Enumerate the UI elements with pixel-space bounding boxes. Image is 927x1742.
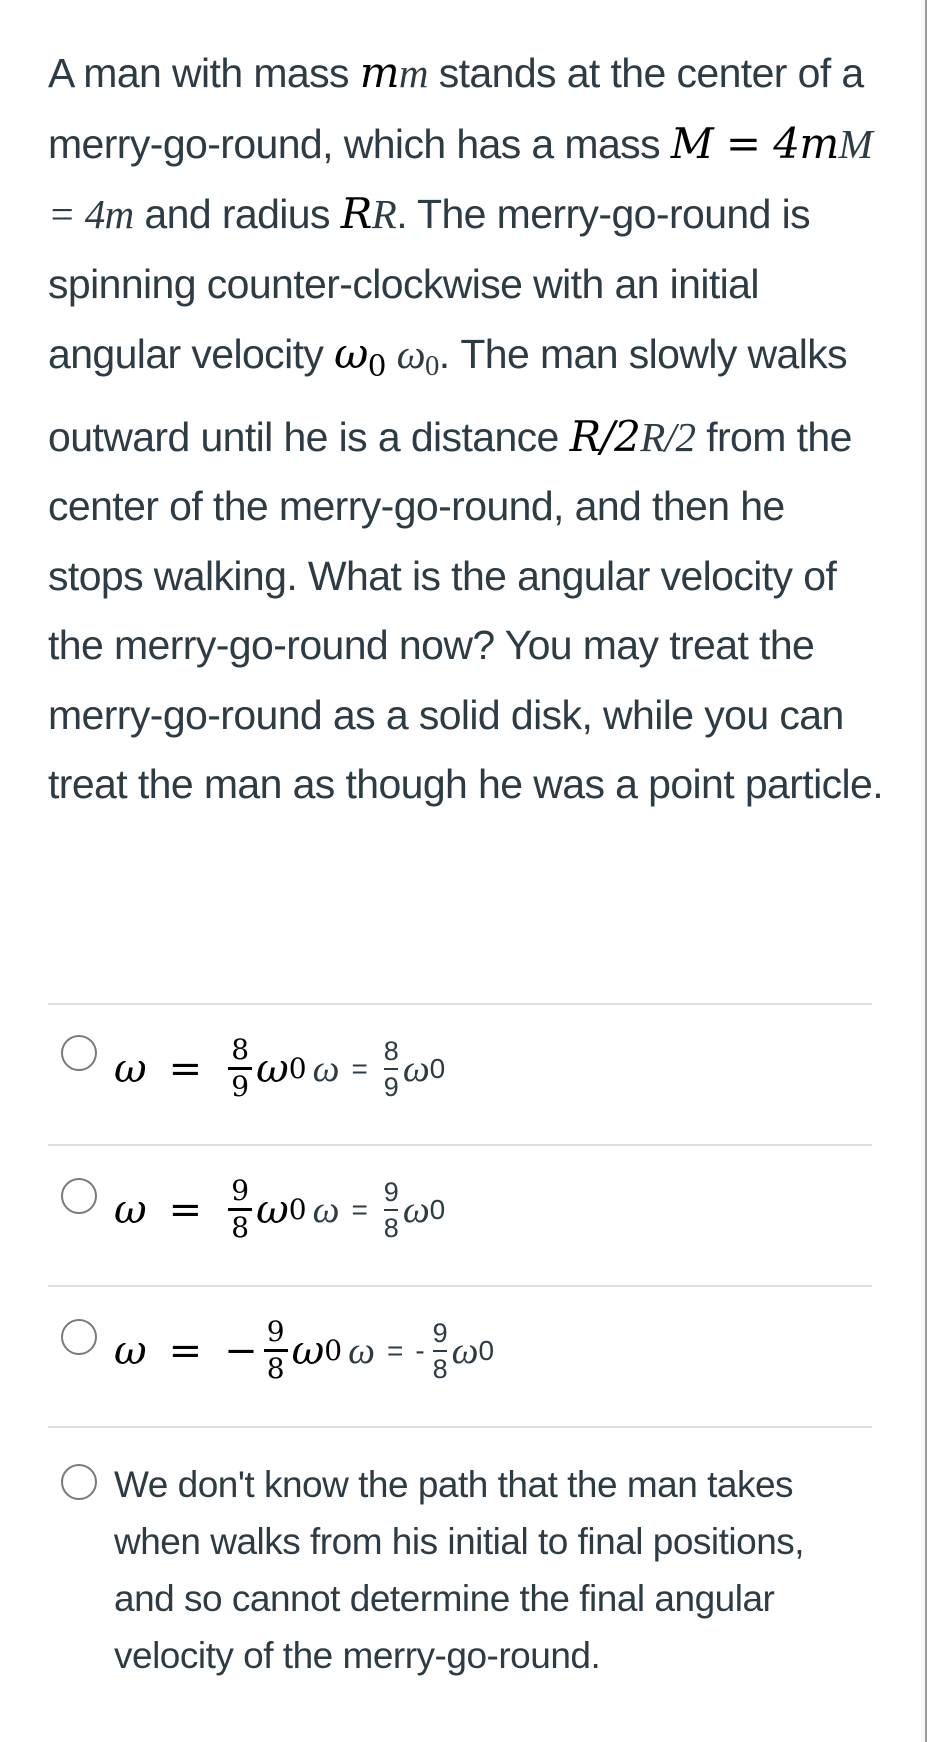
answer-list: ω = 8 9 ω0 ω = 8 9 ω0 ω = 9 8 ω 0 ω = 9 … xyxy=(48,1003,872,1684)
math-minus-sign-fallback: - xyxy=(415,1334,425,1366)
answer-label: We don't know the path that the man take… xyxy=(114,1464,805,1676)
radio-button[interactable] xyxy=(61,1178,97,1214)
answer-math: ω = − 9 8 ω0 ω = - 9 8 ω0 xyxy=(114,1317,494,1384)
math-R-fallback: R xyxy=(371,191,397,237)
fraction-numerator: 9 xyxy=(432,1317,448,1348)
fraction-numerator: 9 xyxy=(383,1176,399,1207)
fraction-denominator: 8 xyxy=(432,1353,448,1384)
radio-button[interactable] xyxy=(61,1464,97,1500)
answer-option-4[interactable]: We don't know the path that the man take… xyxy=(48,1428,872,1684)
question-segment: and radius xyxy=(133,191,341,237)
fraction-denominator: 9 xyxy=(231,1070,250,1103)
radio-button[interactable] xyxy=(61,1035,97,1071)
math-omega0: ω xyxy=(291,1327,325,1374)
answer-math: ω = 9 8 ω0 ω = 9 8 ω0 xyxy=(114,1176,445,1243)
math-fraction: 8 9 xyxy=(228,1033,253,1103)
math-M-equation: M = 4m xyxy=(670,118,839,168)
math-omega0-fallback: ω0 xyxy=(396,331,440,383)
fraction-denominator: 8 xyxy=(383,1212,399,1243)
question-segment: A man with mass xyxy=(48,50,360,96)
question-text: A man with mass mm stands at the center … xyxy=(48,38,888,820)
math-subscript-fallback: 0 xyxy=(429,1193,446,1225)
math-fraction-fallback: 9 8 xyxy=(433,1318,448,1384)
math-omega0-fallback: ω xyxy=(402,1188,430,1231)
math-subscript-fallback: 0 xyxy=(478,1334,495,1366)
math-equals: = xyxy=(168,1327,203,1374)
math-omega0-fallback: ω xyxy=(402,1047,430,1090)
fraction-numerator: 9 xyxy=(231,1174,250,1207)
fraction-denominator: 9 xyxy=(383,1071,399,1102)
math-equals-fallback: = xyxy=(386,1334,404,1366)
fraction-bar xyxy=(384,1067,399,1070)
math-minus-sign: − xyxy=(224,1327,258,1374)
math-equals-fallback: = xyxy=(351,1052,368,1084)
fraction-denominator: 8 xyxy=(231,1211,250,1244)
math-subscript: 0 xyxy=(288,1193,307,1226)
math-m-fallback: m xyxy=(398,50,429,96)
math-omega-fallback: ω xyxy=(348,1329,375,1372)
math-fraction: 9 8 xyxy=(228,1174,253,1244)
math-subscript-fallback: 0 xyxy=(429,1052,446,1084)
fraction-numerator: 9 xyxy=(266,1315,285,1348)
math-omega0: ω xyxy=(256,1045,289,1092)
math-R: R xyxy=(340,189,373,238)
math-equals-fallback: = xyxy=(351,1193,368,1225)
math-omega: ω xyxy=(114,1186,147,1233)
answer-option-1[interactable]: ω = 8 9 ω0 ω = 8 9 ω0 xyxy=(48,1005,872,1144)
math-equals: = xyxy=(168,1045,203,1092)
math-omega-fallback: ω xyxy=(312,1188,340,1231)
math-subscript: 0 xyxy=(288,1052,307,1085)
math-omega0: ω xyxy=(256,1186,289,1233)
math-equals: = xyxy=(168,1186,203,1233)
math-omega: ω xyxy=(114,1327,147,1374)
question-segment: from the center of the merry-go-round, a… xyxy=(48,413,884,808)
math-subscript: 0 xyxy=(324,1334,343,1367)
fraction-denominator: 8 xyxy=(266,1352,285,1385)
math-m: m xyxy=(359,48,400,97)
fraction-bar xyxy=(384,1208,399,1211)
math-omega0-fallback: ω xyxy=(451,1329,479,1372)
math-distance-fallback: R/2 xyxy=(640,413,696,460)
answer-option-3[interactable]: ω = − 9 8 ω0 ω = - 9 8 ω0 xyxy=(48,1287,872,1426)
fraction-bar xyxy=(433,1349,448,1352)
math-distance: R/2 xyxy=(569,411,641,461)
answer-math: ω = 8 9 ω0 ω = 8 9 ω0 xyxy=(114,1035,445,1102)
math-fraction: 9 8 xyxy=(263,1315,288,1385)
math-omega: ω xyxy=(114,1045,147,1092)
math-omega-fallback: ω xyxy=(312,1047,340,1090)
math-fraction-fallback: 8 9 xyxy=(384,1036,399,1102)
math-fraction-fallback: 9 8 xyxy=(384,1177,399,1243)
math-omega0: ω0 xyxy=(334,329,386,383)
fraction-numerator: 8 xyxy=(383,1035,399,1066)
radio-button[interactable] xyxy=(61,1319,97,1355)
fraction-numerator: 8 xyxy=(231,1033,250,1066)
answer-option-2[interactable]: ω = 9 8 ω0 ω = 9 8 ω0 xyxy=(48,1146,872,1285)
